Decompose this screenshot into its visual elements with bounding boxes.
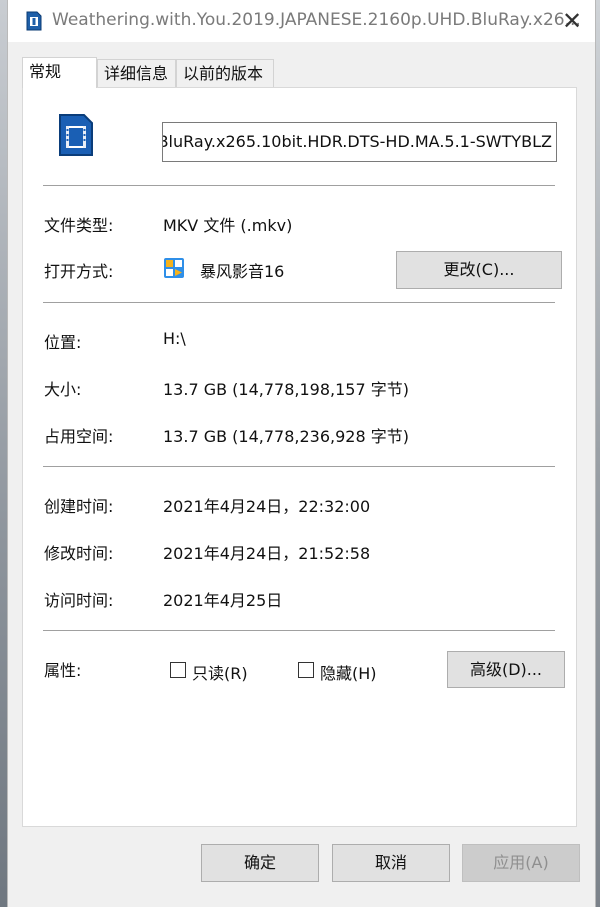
advanced-button[interactable]: 高级(D)... [447,651,565,688]
hidden-label[interactable]: 隐藏(H) [320,660,377,684]
disk-size-value: 13.7 GB (14,778,236,928 字节) [163,427,409,446]
tab-details[interactable]: 详细信息 [97,59,176,87]
modified-value: 2021年4月24日，21:52:58 [163,544,371,563]
open-with-app-name: 暴风影音16 [200,262,285,281]
change-button[interactable]: 更改(C)... [396,251,562,289]
divider [43,630,555,631]
video-file-icon [59,114,93,156]
title-bar[interactable]: Weathering.with.You.2019.JAPANESE.2160p.… [8,0,595,42]
accessed-label: 访问时间: [44,591,114,610]
hidden-checkbox[interactable] [298,662,314,678]
readonly-label[interactable]: 只读(R) [192,660,248,684]
disk-size-label: 占用空间: [44,427,114,446]
attributes-label: 属性: [44,661,82,680]
open-with-label: 打开方式: [44,262,114,281]
file-type-value: MKV 文件 (.mkv) [163,216,293,235]
general-panel: BluRay.x265.10bit.HDR.DTS-HD.MA.5.1-SWTY… [22,87,577,827]
size-label: 大小: [44,380,82,399]
tab-previous-versions[interactable]: 以前的版本 [176,59,274,87]
location-value: H:\ [163,329,186,348]
ok-button[interactable]: 确定 [201,844,319,882]
divider [43,466,555,467]
tab-general[interactable]: 常规 [22,57,97,88]
video-file-icon [26,11,42,31]
created-label: 创建时间: [44,497,114,516]
apply-button[interactable]: 应用(A) [462,844,580,882]
divider [43,185,555,186]
cancel-button[interactable]: 取消 [332,844,450,882]
close-icon[interactable]: ✕ [549,0,595,42]
file-name-input[interactable]: BluRay.x265.10bit.HDR.DTS-HD.MA.5.1-SWTY… [162,122,557,162]
desktop-background [0,0,7,907]
size-value: 13.7 GB (14,778,198,157 字节) [163,380,409,399]
created-value: 2021年4月24日，22:32:00 [163,497,371,516]
baofeng-player-icon [164,258,184,278]
location-label: 位置: [44,333,82,352]
file-type-label: 文件类型: [44,216,114,235]
window-title: Weathering.with.You.2019.JAPANESE.2160p.… [52,10,581,30]
modified-label: 修改时间: [44,544,114,563]
properties-dialog: Weathering.with.You.2019.JAPANESE.2160p.… [7,0,596,907]
accessed-value: 2021年4月25日 [163,591,283,610]
readonly-checkbox[interactable] [170,662,186,678]
divider [43,302,555,303]
